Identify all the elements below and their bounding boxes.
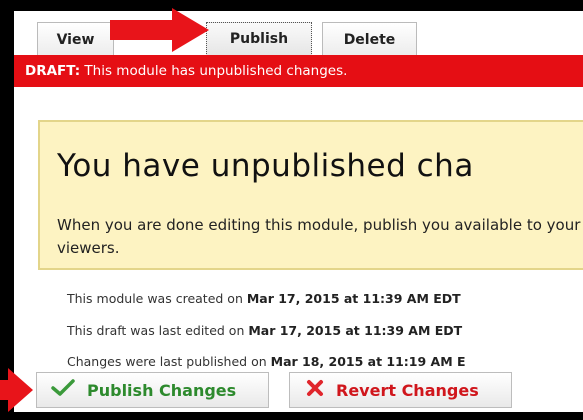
revert-changes-label: Revert Changes [336, 380, 479, 400]
edited-info: This draft was last edited on Mar 17, 20… [67, 323, 462, 338]
edited-label: This draft was last edited on [67, 323, 249, 338]
published-info: Changes were last published on Mar 18, 2… [67, 354, 466, 369]
created-label: This module was created on [67, 291, 247, 306]
notice-body: When you are done editing this module, p… [57, 216, 581, 257]
published-label: Changes were last published on [67, 354, 271, 369]
tab-delete[interactable]: Delete [322, 22, 417, 56]
annotation-arrow-publish-tab [110, 8, 209, 52]
tab-view[interactable]: View [37, 22, 114, 56]
publish-changes-label: Publish Changes [87, 380, 237, 400]
notice-heading: You have unpublished cha [57, 148, 474, 184]
published-date: Mar 18, 2015 at 11:19 AM E [270, 354, 466, 369]
created-info: This module was created on Mar 17, 2015 … [67, 291, 461, 306]
publish-changes-button[interactable]: Publish Changes [36, 372, 269, 408]
edited-date: Mar 17, 2015 at 11:39 AM EDT [248, 323, 463, 338]
draft-status-bar: DRAFT: This module has unpublished chang… [14, 55, 583, 87]
draft-label: DRAFT: [25, 63, 81, 79]
tab-publish[interactable]: Publish [206, 22, 312, 56]
annotation-arrow-publish-button [0, 368, 33, 412]
checkmark-icon [51, 379, 75, 401]
revert-changes-button[interactable]: Revert Changes [289, 372, 512, 408]
x-icon [306, 379, 324, 401]
unpublished-notice: You have unpublished cha When you are do… [38, 120, 583, 270]
created-date: Mar 17, 2015 at 11:39 AM EDT [246, 291, 461, 306]
draft-message: This module has unpublished changes. [80, 63, 348, 79]
tab-bar: View Publish Delete [14, 11, 583, 56]
module-editor-panel: View Publish Delete DRAFT: This module h… [14, 11, 583, 412]
